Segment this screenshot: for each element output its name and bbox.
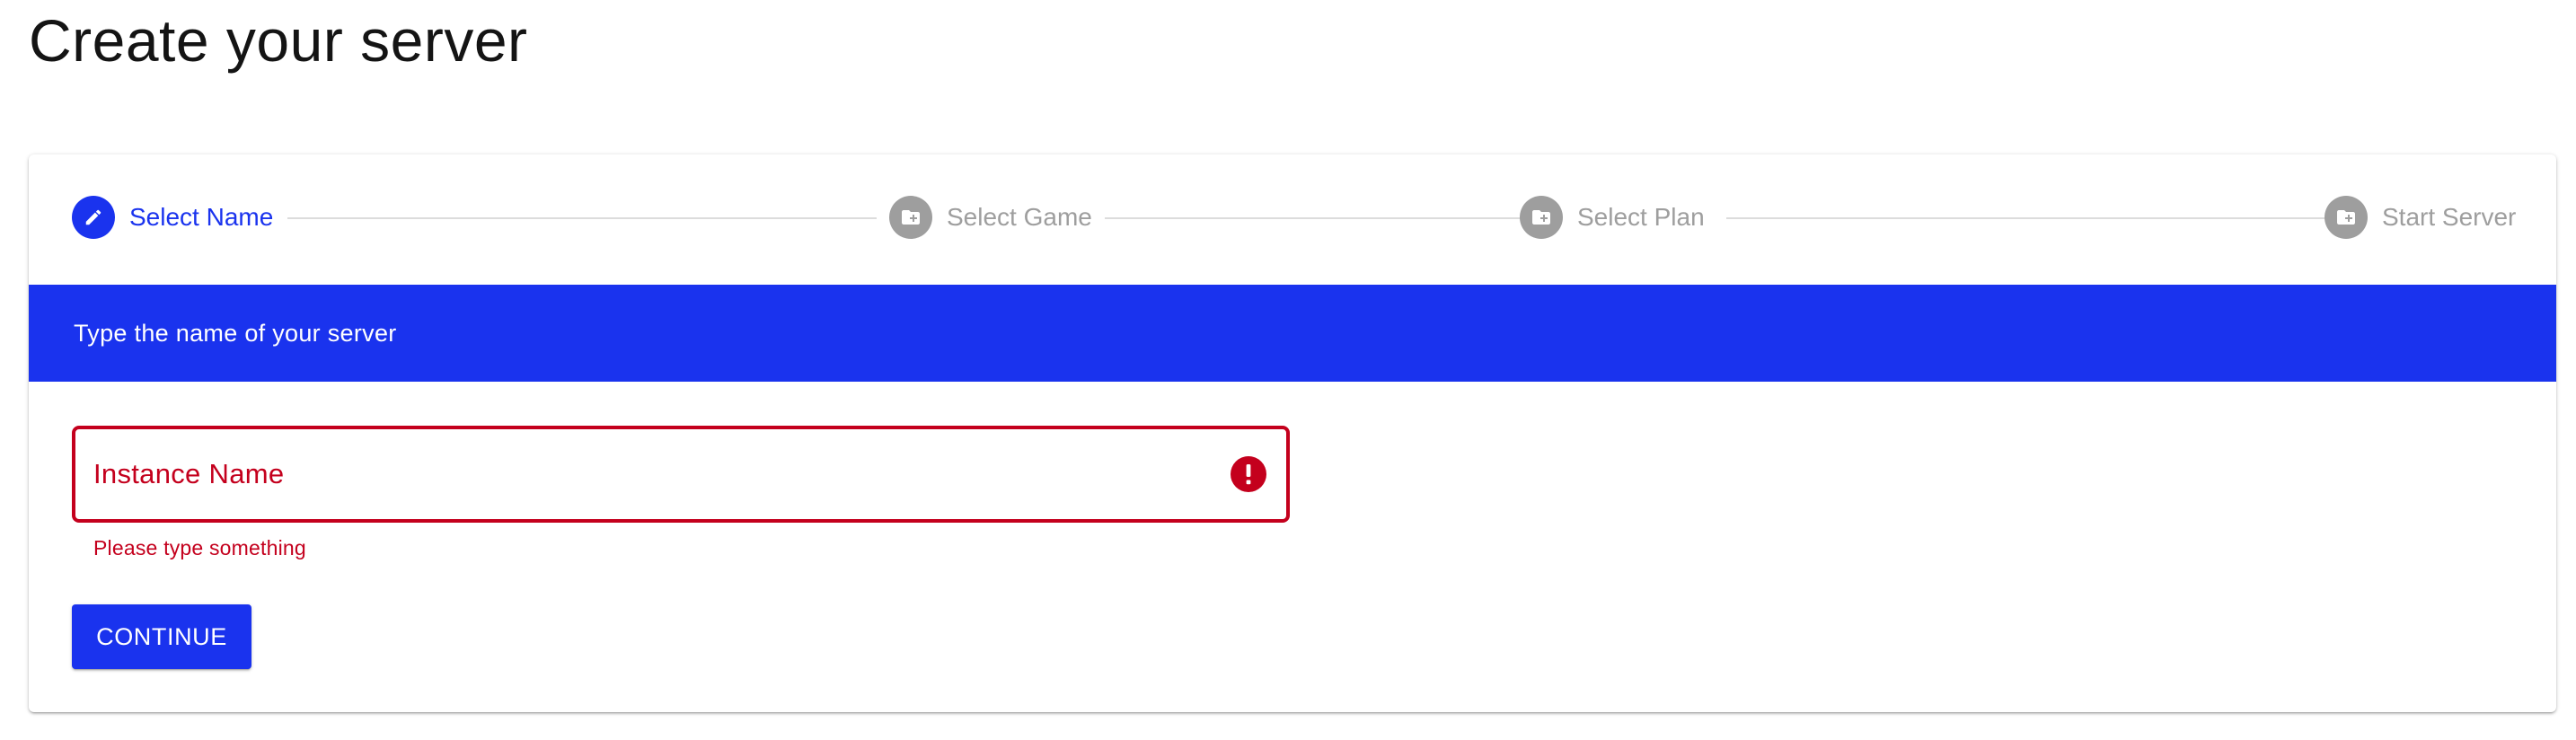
step-select-name[interactable]: Select Name bbox=[72, 196, 273, 239]
instance-name-input[interactable] bbox=[93, 456, 1193, 494]
step-select-game[interactable]: Select Game bbox=[889, 196, 1092, 239]
step-label: Start Server bbox=[2382, 203, 2517, 231]
step-label: Select Name bbox=[129, 203, 274, 231]
pencil-icon bbox=[72, 196, 115, 239]
stepper: Select Name Select Game Select Plan Star… bbox=[29, 154, 2556, 284]
folder-plus-icon bbox=[2325, 196, 2368, 239]
page-title: Create your server bbox=[29, 7, 528, 74]
banner-text: Type the name of your server bbox=[74, 320, 397, 347]
folder-plus-icon bbox=[1520, 196, 1563, 239]
step-select-plan[interactable]: Select Plan bbox=[1520, 196, 1705, 239]
instance-name-field[interactable]: Instance Name bbox=[72, 426, 1290, 523]
step-connector bbox=[1105, 217, 1541, 219]
step-label: Select Game bbox=[947, 203, 1092, 231]
step-connector bbox=[287, 217, 877, 219]
step-connector bbox=[1726, 217, 2342, 219]
folder-plus-icon bbox=[889, 196, 932, 239]
server-setup-card: Select Name Select Game Select Plan Star… bbox=[29, 154, 2556, 712]
step-label: Select Plan bbox=[1577, 203, 1705, 231]
instance-name-error-text: Please type something bbox=[93, 536, 306, 559]
error-icon bbox=[1231, 456, 1266, 492]
continue-button[interactable]: CONTINUE bbox=[72, 604, 251, 669]
step-start-server[interactable]: Start Server bbox=[2325, 196, 2516, 239]
step-header-banner: Type the name of your server bbox=[29, 285, 2556, 382]
